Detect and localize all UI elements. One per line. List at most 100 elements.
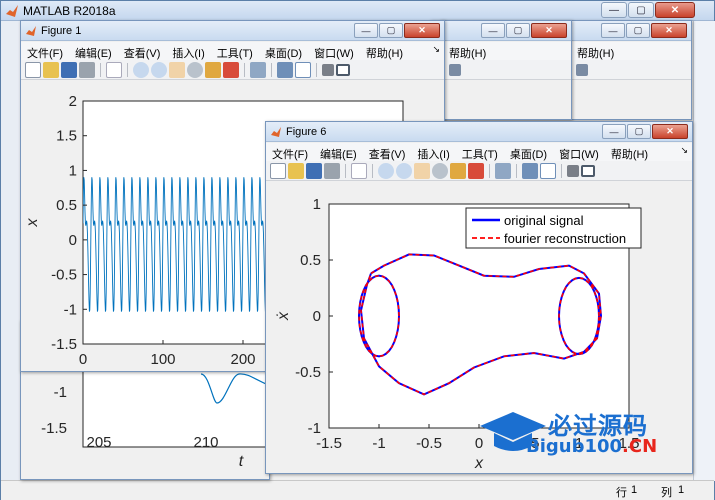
link-plot-icon[interactable] bbox=[250, 61, 266, 78]
menu-insert[interactable]: 插入(I) bbox=[411, 143, 455, 161]
colorbar-icon[interactable] bbox=[522, 162, 538, 179]
hide-tools-icon[interactable] bbox=[567, 164, 579, 177]
menu-desktop[interactable]: 桌面(D) bbox=[259, 42, 308, 60]
menubar-dock-arrow-icon[interactable]: ↘ bbox=[432, 44, 440, 55]
close-button[interactable]: ✕ bbox=[652, 124, 688, 139]
menu-edit[interactable]: 编辑(E) bbox=[314, 143, 363, 161]
link-plot-icon[interactable] bbox=[495, 162, 511, 179]
close-button[interactable]: ✕ bbox=[531, 23, 567, 38]
menu-help[interactable]: 帮助(H) bbox=[443, 42, 492, 60]
zoom-in-icon[interactable] bbox=[378, 162, 394, 179]
figure-titlebar[interactable]: — ▢ ✕ bbox=[441, 21, 571, 41]
new-figure-icon[interactable] bbox=[270, 162, 286, 179]
menu-file[interactable]: 文件(F) bbox=[266, 143, 314, 161]
menu-help[interactable]: 帮助(H) bbox=[360, 42, 409, 60]
show-tools-icon[interactable] bbox=[336, 63, 350, 76]
data-cursor-icon[interactable] bbox=[450, 162, 466, 179]
menu-window[interactable]: 窗口(W) bbox=[553, 143, 605, 161]
menu-tools[interactable]: 工具(T) bbox=[456, 143, 504, 161]
pointer-icon[interactable] bbox=[351, 162, 367, 179]
minimize-button[interactable]: — bbox=[601, 2, 627, 18]
maximize-button[interactable]: ▢ bbox=[506, 23, 530, 38]
matlab-logo-icon bbox=[6, 5, 18, 17]
menu-window[interactable]: 窗口(W) bbox=[308, 42, 360, 60]
zoom-out-icon[interactable] bbox=[151, 61, 167, 78]
minimize-button[interactable]: — bbox=[354, 23, 378, 38]
legend-label-original-signal: original signal bbox=[504, 213, 584, 228]
watermark-en: Bigub100.CN bbox=[526, 436, 657, 457]
pan-icon[interactable] bbox=[169, 61, 185, 78]
maximize-button[interactable]: ▢ bbox=[627, 124, 651, 139]
data-cursor-icon[interactable] bbox=[205, 61, 221, 78]
brush-icon[interactable] bbox=[468, 162, 484, 179]
close-button[interactable]: ✕ bbox=[651, 23, 687, 38]
menu-desktop[interactable]: 桌面(D) bbox=[504, 143, 553, 161]
watermark-en-red: .CN bbox=[622, 436, 658, 457]
background-ytick-label: -1 bbox=[54, 384, 67, 401]
pan-icon[interactable] bbox=[414, 162, 430, 179]
xtick-label: 200 bbox=[230, 351, 255, 368]
menu-view[interactable]: 查看(V) bbox=[363, 143, 412, 161]
figure-titlebar[interactable]: Figure 6 — ▢ ✕ bbox=[266, 122, 692, 142]
legend-label-fourier-reconstruction: fourier reconstruction bbox=[504, 231, 626, 246]
xtick-label: -1.5 bbox=[316, 435, 342, 452]
right-panel-strip bbox=[693, 21, 715, 481]
maximize-button[interactable]: ▢ bbox=[628, 2, 654, 18]
menu-edit[interactable]: 编辑(E) bbox=[69, 42, 118, 60]
save-icon[interactable] bbox=[306, 162, 322, 179]
save-icon[interactable] bbox=[61, 61, 77, 78]
menu-insert[interactable]: 插入(I) bbox=[166, 42, 210, 60]
minimize-button[interactable]: — bbox=[601, 23, 625, 38]
colorbar-icon[interactable] bbox=[277, 61, 293, 78]
status-col-value: 1 bbox=[678, 484, 685, 496]
print-icon[interactable] bbox=[79, 61, 95, 78]
ytick-label: -1.5 bbox=[51, 336, 77, 353]
ytick-label: 0.5 bbox=[300, 252, 321, 269]
ytick-label: -0.5 bbox=[295, 364, 321, 381]
figure-title: Figure 6 bbox=[286, 126, 327, 138]
menubar: 帮助(H) bbox=[441, 42, 571, 60]
minimize-button[interactable]: — bbox=[481, 23, 505, 38]
background-xtick-label: 210 bbox=[193, 434, 218, 451]
show-tools-icon[interactable] bbox=[581, 164, 595, 177]
y-axis-label: x bbox=[24, 218, 41, 228]
pointer-icon[interactable] bbox=[106, 61, 122, 78]
rotate-icon[interactable] bbox=[432, 162, 448, 179]
menu-help[interactable]: 帮助(H) bbox=[605, 143, 654, 161]
print-icon[interactable] bbox=[324, 162, 340, 179]
matlab-titlebar[interactable]: MATLAB R2018a — ▢ ✕ bbox=[1, 1, 714, 21]
legend-icon[interactable] bbox=[295, 61, 311, 78]
menu-help[interactable]: 帮助(H) bbox=[571, 42, 620, 60]
watermark-en-blue: Bigub100 bbox=[526, 436, 623, 457]
matlab-logo-icon bbox=[26, 26, 36, 36]
zoom-in-icon[interactable] bbox=[133, 61, 149, 78]
legend-icon[interactable] bbox=[540, 162, 556, 179]
zoom-out-icon[interactable] bbox=[396, 162, 412, 179]
brush-icon[interactable] bbox=[223, 61, 239, 78]
background-xtick-label: 205 bbox=[86, 434, 111, 451]
maximize-button[interactable]: ▢ bbox=[379, 23, 403, 38]
ytick-label: 0.5 bbox=[56, 197, 77, 214]
ytick-label: 0 bbox=[313, 308, 321, 325]
close-button[interactable]: ✕ bbox=[655, 2, 695, 18]
maximize-button[interactable]: ▢ bbox=[626, 23, 650, 38]
figure-titlebar[interactable]: Figure 1 — ▢ ✕ bbox=[21, 21, 444, 41]
open-file-icon[interactable] bbox=[43, 61, 59, 78]
background-figure-2[interactable]: — ▢ ✕ 帮助(H) bbox=[440, 20, 572, 120]
hide-tools-icon[interactable] bbox=[322, 63, 334, 76]
new-figure-icon[interactable] bbox=[25, 61, 41, 78]
left-panel-strip bbox=[1, 21, 21, 481]
minimize-button[interactable]: — bbox=[602, 124, 626, 139]
rotate-icon[interactable] bbox=[187, 61, 203, 78]
menubar-dock-arrow-icon[interactable]: ↘ bbox=[680, 145, 688, 156]
menu-tools[interactable]: 工具(T) bbox=[211, 42, 259, 60]
background-ytick-label: -1.5 bbox=[41, 420, 67, 437]
ytick-label: -0.5 bbox=[51, 267, 77, 284]
menu-view[interactable]: 查看(V) bbox=[118, 42, 167, 60]
menu-file[interactable]: 文件(F) bbox=[21, 42, 69, 60]
tile-icon[interactable] bbox=[576, 63, 588, 76]
tile-icon[interactable] bbox=[449, 63, 461, 76]
ytick-label: 1 bbox=[69, 162, 77, 179]
close-button[interactable]: ✕ bbox=[404, 23, 440, 38]
open-file-icon[interactable] bbox=[288, 162, 304, 179]
